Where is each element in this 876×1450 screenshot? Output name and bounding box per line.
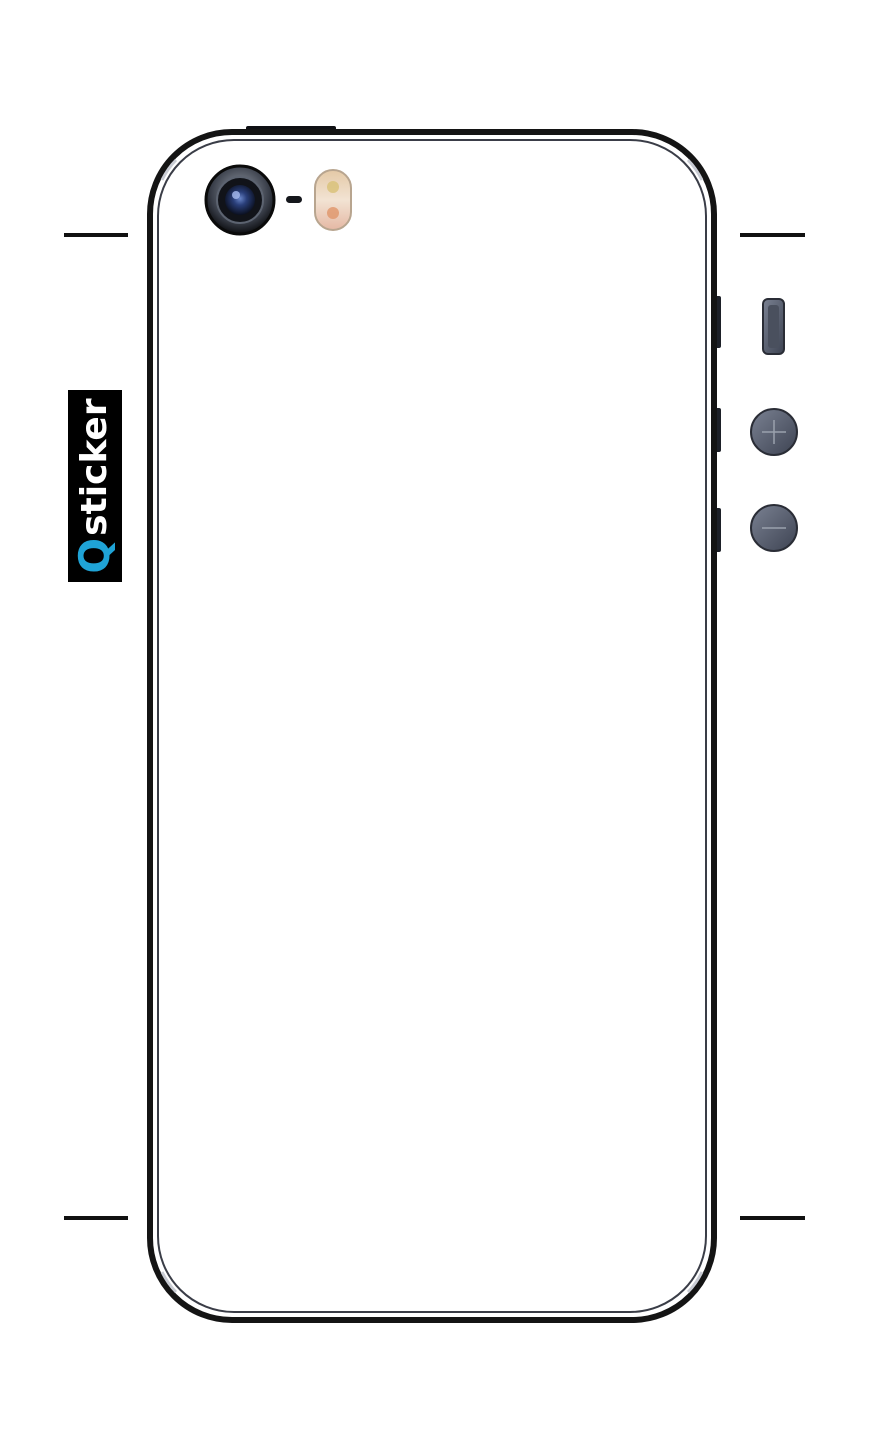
back-panel-inner <box>157 139 707 1313</box>
left-side-strip <box>63 132 129 1322</box>
mute-switch-icon <box>762 298 785 355</box>
logo-text: Q sticker <box>68 390 122 582</box>
logo-word: sticker <box>74 398 115 536</box>
plus-icon <box>750 408 798 456</box>
qsticker-logo: Q sticker <box>68 390 122 582</box>
microphone-icon <box>286 196 302 203</box>
phone-skin-template <box>63 126 806 1323</box>
skin-template: Q sticker <box>0 0 876 1450</box>
camera-lens-icon <box>204 164 276 236</box>
minus-icon <box>750 504 798 552</box>
flash-icon <box>314 169 352 231</box>
logo-q-letter: Q <box>70 537 119 574</box>
